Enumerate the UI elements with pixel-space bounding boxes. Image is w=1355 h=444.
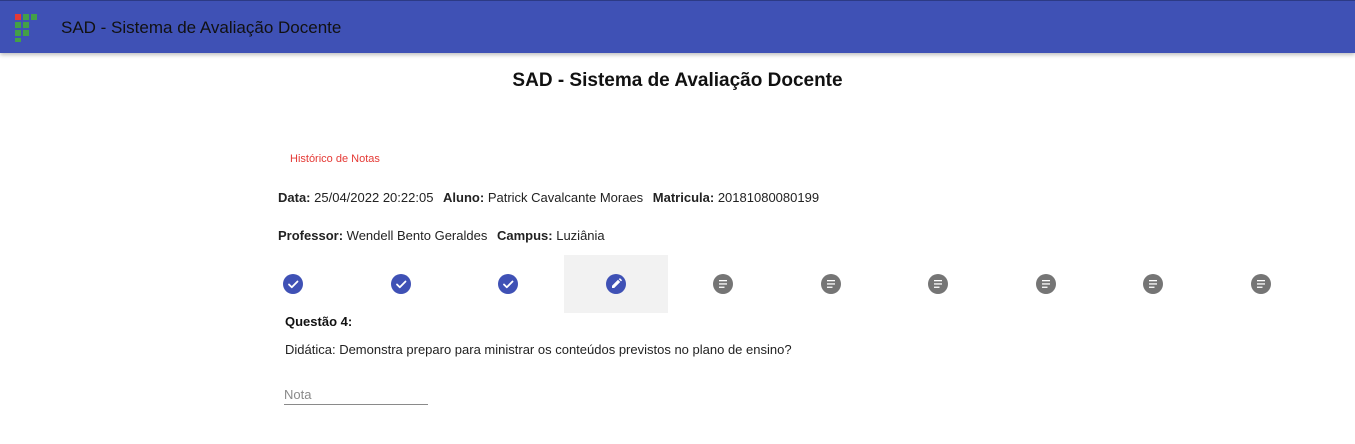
step-7[interactable] — [915, 255, 961, 313]
notes-icon — [713, 274, 733, 294]
step-10[interactable] — [1238, 255, 1284, 313]
notes-icon — [928, 274, 948, 294]
step-8[interactable] — [1023, 255, 1069, 313]
campus-label: Campus: — [496, 228, 553, 243]
question-stepper — [270, 255, 1300, 313]
nota-input[interactable] — [284, 378, 428, 405]
history-link[interactable]: Histórico de Notas — [290, 153, 380, 165]
step-3[interactable] — [485, 255, 531, 313]
info-row-student: Data: 25/04/2022 20:22:05 Aluno: Patrick… — [278, 190, 819, 205]
step-4[interactable] — [564, 255, 668, 313]
step-9[interactable] — [1130, 255, 1176, 313]
notes-icon — [1036, 274, 1056, 294]
info-row-professor: Professor: Wendell Bento Geraldes Campus… — [278, 228, 605, 243]
step-1[interactable] — [270, 255, 316, 313]
step-2[interactable] — [378, 255, 424, 313]
edit-icon — [606, 274, 626, 294]
matricula-value: 20181080080199 — [717, 190, 820, 205]
top-toolbar: SAD - Sistema de Avaliação Docente — [0, 0, 1355, 53]
aluno-label: Aluno: — [443, 190, 485, 205]
professor-label: Professor: — [278, 228, 344, 243]
check-icon — [283, 274, 303, 294]
question-label: Questão 4: — [285, 314, 353, 329]
data-value: 25/04/2022 20:22:05 — [314, 190, 434, 205]
professor-value: Wendell Bento Geraldes — [346, 228, 488, 243]
question-text: Didática: Demonstra preparo para ministr… — [285, 342, 792, 357]
aluno-value: Patrick Cavalcante Moraes — [487, 190, 644, 205]
toolbar-title: SAD - Sistema de Avaliação Docente — [61, 18, 342, 37]
check-icon — [498, 274, 518, 294]
ifg-logo-icon — [15, 14, 37, 42]
check-icon — [391, 274, 411, 294]
notes-icon — [1251, 274, 1271, 294]
matricula-label: Matricula: — [652, 190, 715, 205]
notes-icon — [1143, 274, 1163, 294]
step-5[interactable] — [700, 255, 746, 313]
campus-value: Luziânia — [556, 228, 605, 243]
step-6[interactable] — [808, 255, 854, 313]
data-label: Data: — [278, 190, 311, 205]
page-title: SAD - Sistema de Avaliação Docente — [512, 70, 843, 91]
notes-icon — [821, 274, 841, 294]
